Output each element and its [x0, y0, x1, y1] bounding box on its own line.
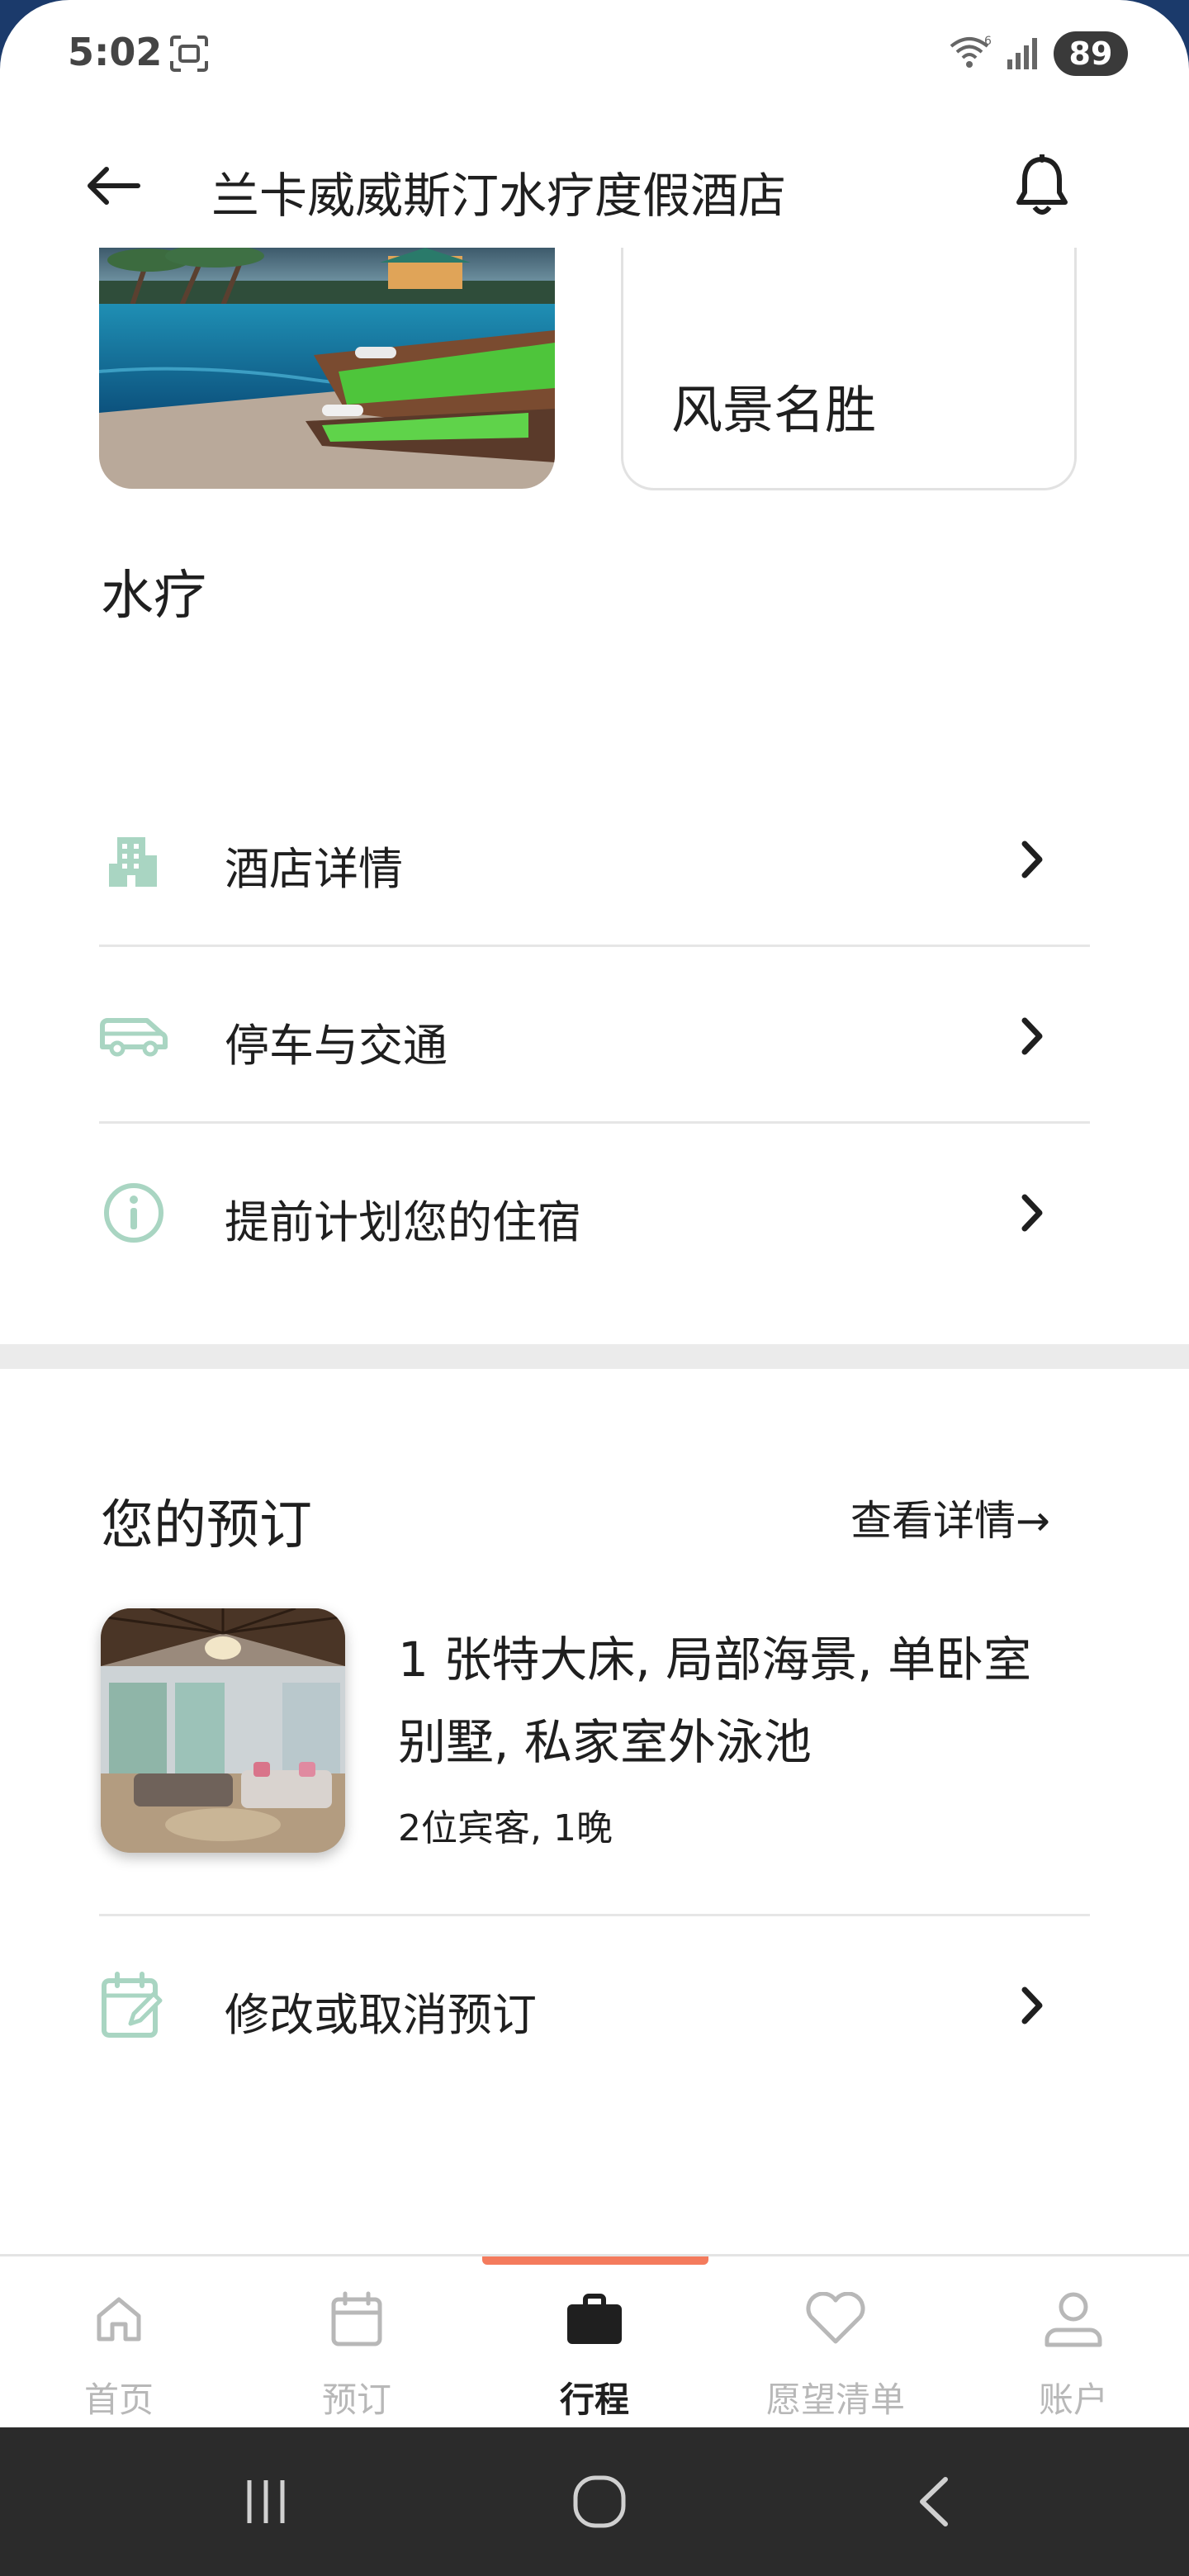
scenic-spots-label: 风景名胜	[671, 380, 877, 440]
info-icon	[99, 1182, 168, 1243]
person-icon	[1040, 2286, 1106, 2352]
status-time: 5:02	[68, 30, 163, 74]
back-button[interactable]	[79, 157, 145, 215]
heart-icon	[803, 2286, 869, 2352]
recent-apps-button[interactable]	[225, 2460, 307, 2543]
building-icon	[99, 829, 168, 890]
calendar-edit-icon	[99, 1972, 168, 2038]
briefcase-icon	[561, 2286, 628, 2352]
chevron-right-icon	[1007, 1007, 1057, 1065]
battery-indicator: 89	[1054, 31, 1128, 76]
plan-stay-label: 提前计划您的住宿	[225, 1196, 581, 1248]
nav-wishlist[interactable]: 愿望清单	[753, 2256, 918, 2430]
home-icon	[86, 2286, 152, 2352]
scenic-spots-card[interactable]: 风景名胜	[621, 248, 1077, 490]
villa-interior-image	[101, 1608, 345, 1853]
calendar-icon	[324, 2286, 390, 2352]
nav-account-label: 账户	[1038, 2379, 1108, 2420]
booking-section-title: 您的预订	[101, 1495, 312, 1556]
parking-transport-row[interactable]: 停车与交通	[99, 946, 1090, 1123]
nav-home-label: 首页	[83, 2379, 154, 2420]
home-circle-icon	[573, 2475, 626, 2528]
arrow-left-icon	[88, 167, 140, 205]
car-icon	[99, 1006, 168, 1067]
modify-cancel-row[interactable]: 修改或取消预订	[99, 1915, 1090, 2092]
signal-icon	[1006, 35, 1042, 71]
nav-wishlist-label: 愿望清单	[765, 2379, 905, 2420]
modify-cancel-label: 修改或取消预订	[225, 1989, 537, 2041]
home-button[interactable]	[558, 2460, 641, 2543]
nav-account[interactable]: 账户	[991, 2256, 1156, 2430]
nav-bookings[interactable]: 预订	[274, 2256, 439, 2430]
app-bar: 兰卡威威斯汀水疗度假酒店	[0, 132, 1189, 239]
bottom-navigation: 首页 预订 行程 愿望清单 账户	[0, 2254, 1189, 2427]
recent-apps-icon	[247, 2480, 285, 2523]
page-title: 兰卡威威斯汀水疗度假酒店	[211, 168, 787, 224]
chevron-right-icon	[1007, 1184, 1057, 1242]
app-screen: 5:02 6 89 兰卡威威斯汀水疗度假酒店 风景名胜 水疗 酒店详情 停车与交…	[0, 0, 1189, 2576]
spa-label[interactable]: 水疗	[101, 553, 206, 629]
wifi-icon: 6	[948, 33, 996, 73]
notifications-button[interactable]	[1009, 149, 1075, 223]
system-navigation-bar	[0, 2427, 1189, 2576]
bell-icon	[1016, 154, 1068, 215]
nav-trips-label: 行程	[559, 2379, 629, 2420]
spa-image-card[interactable]	[99, 248, 555, 489]
back-chevron-icon	[920, 2477, 948, 2526]
plan-stay-row[interactable]: 提前计划您的住宿	[99, 1123, 1090, 1300]
parking-transport-label: 停车与交通	[225, 1020, 448, 1072]
nav-bookings-label: 预订	[321, 2379, 391, 2420]
chevron-right-icon	[1007, 831, 1057, 888]
room-name: 1 张特大床, 局部海景, 单卧室别墅, 私家室外泳池	[398, 1631, 1032, 1770]
room-thumbnail[interactable]	[101, 1608, 345, 1853]
nav-home[interactable]: 首页	[36, 2256, 201, 2430]
chevron-right-icon	[1007, 1977, 1057, 2034]
section-separator	[0, 1344, 1189, 1369]
hotel-details-label: 酒店详情	[225, 843, 403, 895]
status-bar: 5:02 6 89	[0, 0, 1189, 107]
hotel-details-row[interactable]: 酒店详情	[99, 769, 1090, 946]
nav-trips[interactable]: 行程	[512, 2256, 677, 2430]
svg-text:6: 6	[984, 35, 992, 48]
room-guests: 2位宾客, 1晚	[398, 1807, 613, 1849]
system-back-button[interactable]	[892, 2460, 974, 2543]
screenshot-icon	[168, 35, 210, 73]
resort-pool-image	[99, 248, 555, 489]
view-details-link[interactable]: 查看详情→	[850, 1488, 1050, 1547]
